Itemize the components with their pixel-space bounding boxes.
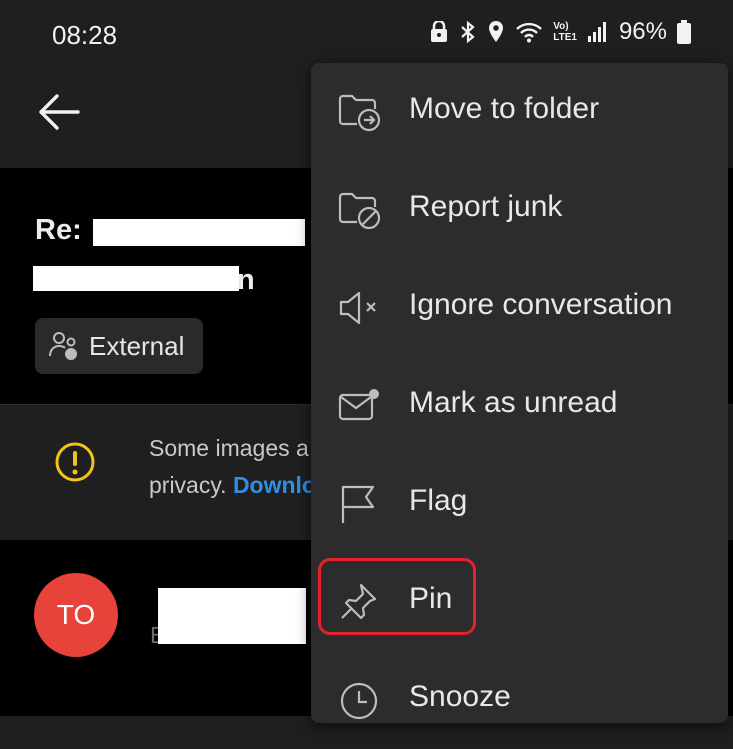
folder-move-icon <box>338 94 381 132</box>
wifi-icon <box>516 22 543 43</box>
redacted-subject-1 <box>93 219 305 246</box>
menu-label: Ignore conversation <box>409 288 673 321</box>
redacted-sender <box>158 588 306 644</box>
subject-prefix: Re: <box>35 214 82 246</box>
mail-unread-icon <box>338 389 379 421</box>
notice-line-1: Some images a <box>149 435 309 461</box>
menu-item-mark-as-unread[interactable]: Mark as unread <box>311 357 728 455</box>
image-notice-text: Some images a privacy. Downlo <box>149 430 316 504</box>
battery-icon <box>677 20 691 44</box>
external-label: External <box>89 330 185 361</box>
location-icon <box>489 21 504 42</box>
volte-indicator: Vo) LTE1 <box>553 21 577 43</box>
external-badge[interactable]: External <box>35 318 203 374</box>
menu-item-report-junk[interactable]: Report junk <box>311 161 728 259</box>
notice-line-2: privacy. Downlo <box>149 472 316 498</box>
pin-highlight-outline <box>318 558 476 635</box>
redacted-subject-2 <box>33 266 239 291</box>
menu-label: Move to folder <box>409 92 600 125</box>
status-icons: Vo) LTE1 96% <box>429 18 691 46</box>
bluetooth-icon <box>461 20 475 44</box>
menu-label: Mark as unread <box>409 386 618 419</box>
folder-block-icon <box>338 192 381 230</box>
back-arrow-icon[interactable] <box>38 93 80 131</box>
menu-label: Flag <box>409 484 468 517</box>
people-icon <box>49 332 77 360</box>
menu-item-flag[interactable]: Flag <box>311 455 728 553</box>
signal-icon <box>587 22 606 42</box>
menu-item-move-to-folder[interactable]: Move to folder <box>311 63 728 161</box>
menu-item-snooze[interactable]: Snooze <box>311 651 728 749</box>
download-images-link[interactable]: Downlo <box>233 472 316 498</box>
status-time: 08:28 <box>52 20 118 50</box>
menu-label: Report junk <box>409 190 563 223</box>
clock-icon <box>340 682 378 720</box>
menu-item-ignore-conversation[interactable]: Ignore conversation <box>311 259 728 357</box>
mute-icon <box>339 291 376 325</box>
flag-icon <box>341 485 375 523</box>
battery-percent: 96% <box>618 18 667 45</box>
lock-icon <box>431 21 448 42</box>
subject-tail: n <box>237 264 255 296</box>
menu-label: Snooze <box>409 680 511 713</box>
status-bar: 08:28 Vo) LTE1 96% <box>0 0 733 64</box>
warning-icon <box>55 442 95 482</box>
avatar: TO <box>34 573 118 657</box>
